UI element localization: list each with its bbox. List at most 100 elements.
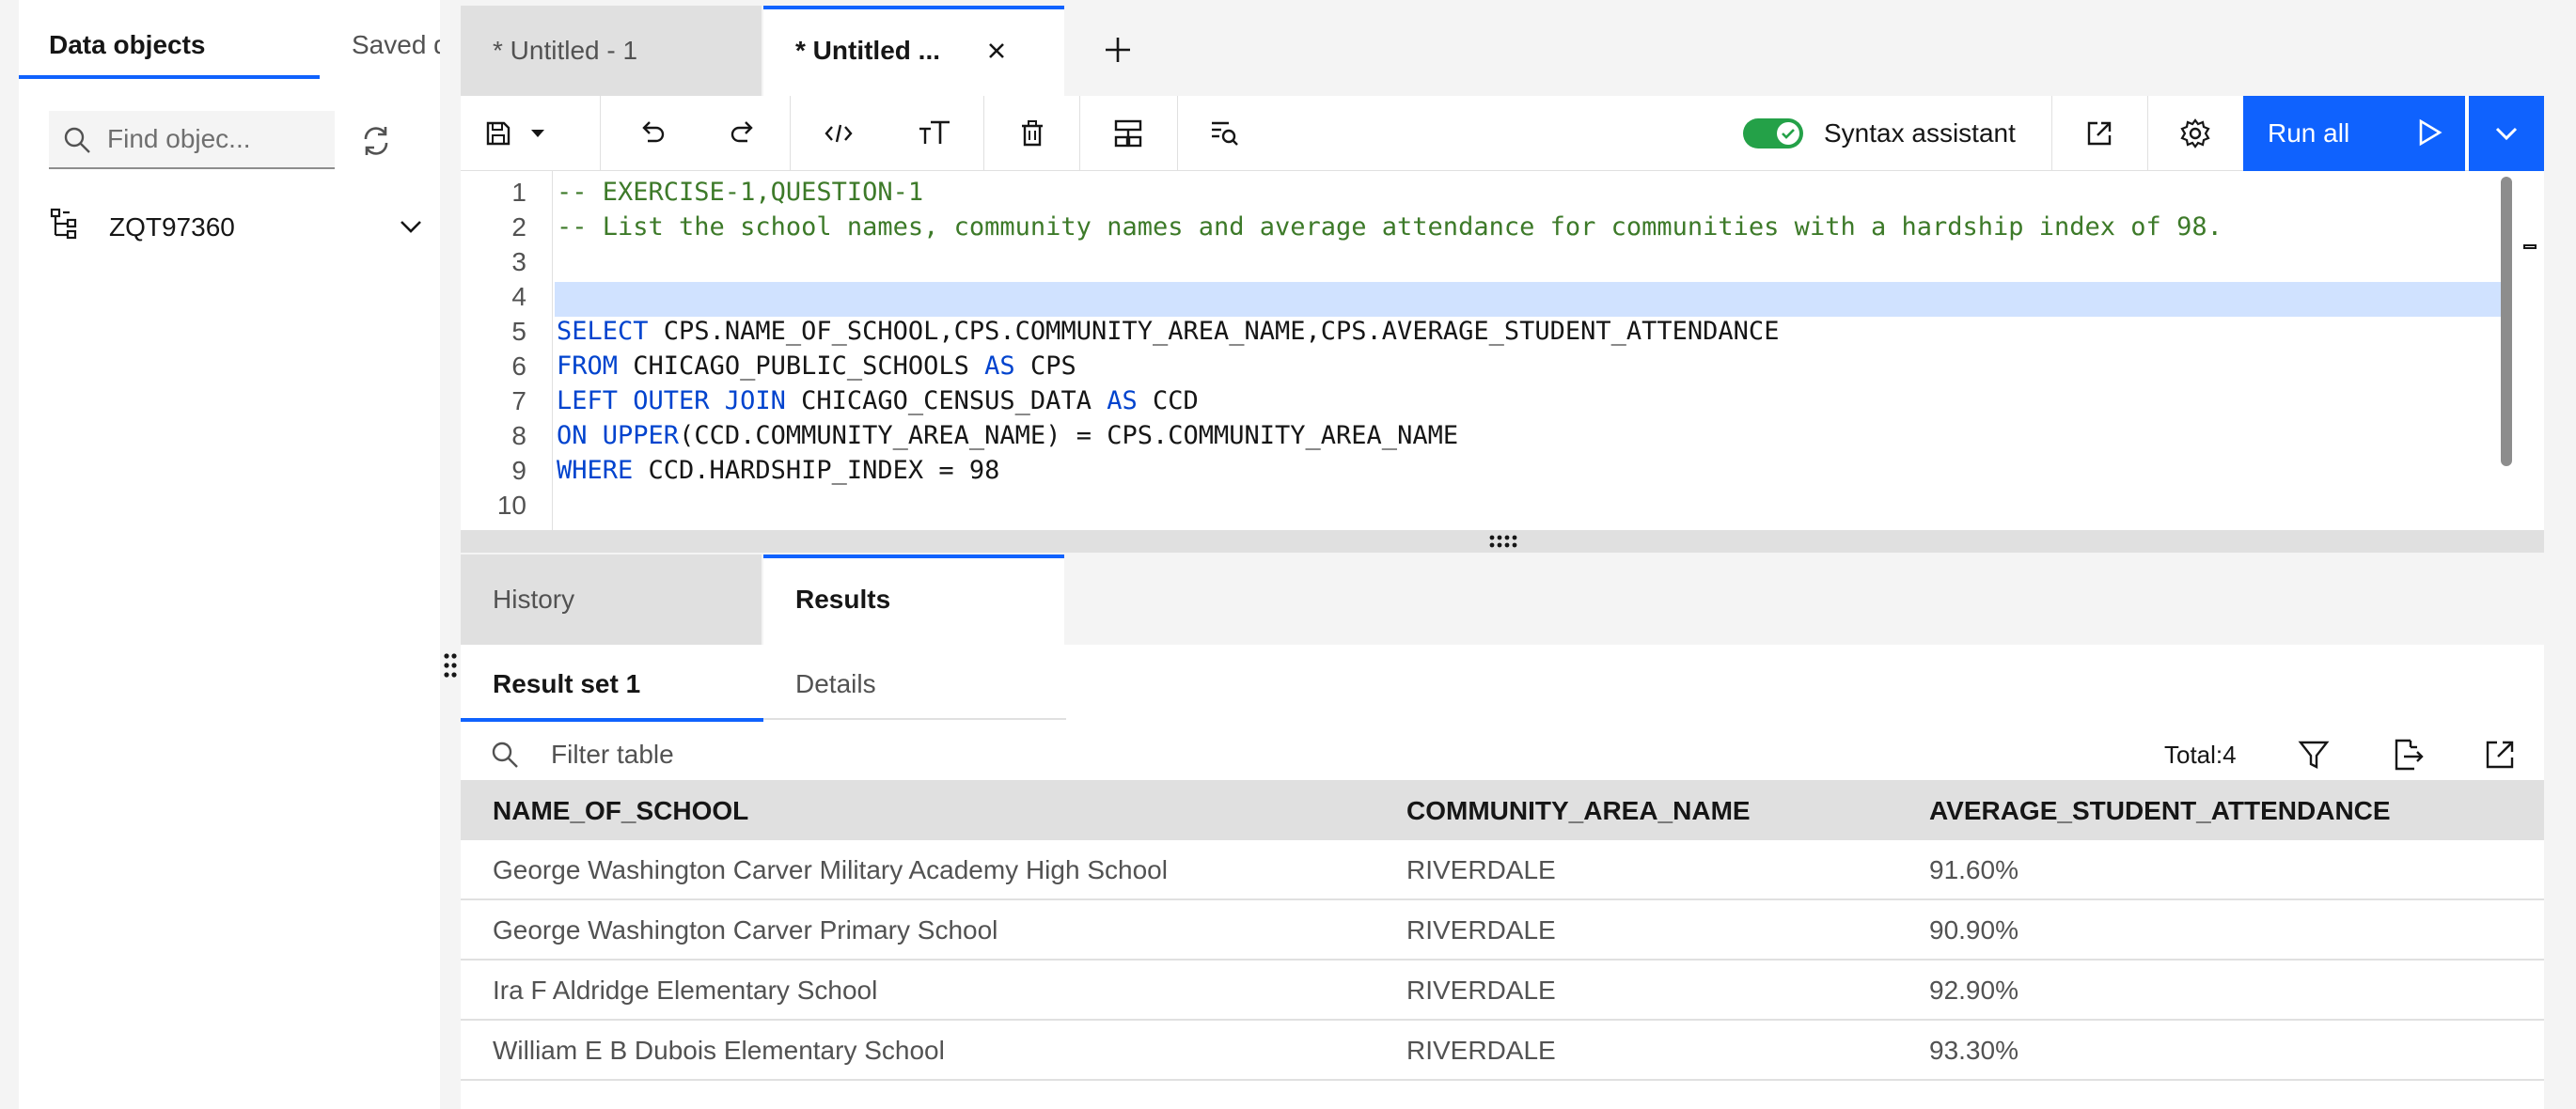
toolbar-divider: [983, 96, 984, 171]
chevron-down-icon[interactable]: [397, 212, 425, 241]
schema-name: ZQT97360: [109, 212, 235, 242]
run-options-dropdown[interactable]: [2469, 96, 2544, 171]
line-number: 3: [511, 247, 526, 276]
toolbar-divider: [2051, 96, 2052, 171]
tab-history[interactable]: History: [461, 554, 762, 645]
sql-keyword: WHERE: [557, 456, 634, 485]
table-row[interactable]: George Washington Carver Military Academ…: [461, 840, 2544, 900]
toolbar-divider: [1079, 96, 1080, 171]
line-number: 9: [511, 456, 526, 485]
syntax-assistant-label: Syntax assistant: [1824, 118, 2016, 148]
sql-keyword: FROM: [557, 351, 619, 381]
column-header[interactable]: COMMUNITY_AREA_NAME: [1406, 780, 1751, 840]
toolbar-divider: [790, 96, 791, 171]
table-row[interactable]: George Washington Carver Primary School …: [461, 900, 2544, 961]
table-cell: 93.30%: [1929, 1036, 2018, 1065]
line-number: 2: [511, 212, 526, 242]
export-icon[interactable]: [2390, 737, 2426, 773]
templates-button[interactable]: [1102, 96, 1154, 171]
settings-button[interactable]: [2170, 96, 2221, 171]
sql-keyword: AS: [1107, 386, 1138, 415]
tab-details[interactable]: Details: [795, 645, 876, 720]
run-all-label: Run all: [2268, 118, 2350, 148]
toolbar-divider: [1177, 96, 1178, 171]
gear-icon: [2180, 118, 2210, 148]
line-number: 6: [511, 351, 526, 381]
code-line[interactable]: ON UPPER(CCD.COMMUNITY_AREA_NAME) = CPS.…: [557, 419, 1458, 453]
launch-icon[interactable]: [2482, 737, 2518, 773]
code-line[interactable]: WHERE CCD.HARDSHIP_INDEX = 98: [557, 454, 999, 488]
editor-scrollbar[interactable]: [2501, 177, 2512, 466]
undo-icon: [642, 121, 665, 143]
play-icon: [2419, 118, 2442, 147]
editor-toolbar: Syntax assistant Run all: [461, 96, 2544, 171]
code-line[interactable]: LEFT OUTER JOIN CHICAGO_CENSUS_DATA AS C…: [557, 384, 1199, 418]
editor-tabs: * Untitled - 1 * Untitled ...: [461, 0, 2544, 96]
toggle-switch[interactable]: [1743, 118, 1803, 148]
filter-table-input[interactable]: [551, 729, 1303, 780]
toggle-knob: [1777, 122, 1799, 145]
syntax-assistant-toggle[interactable]: Syntax assistant: [1743, 96, 2016, 171]
panel-resize-handle-icon[interactable]: [440, 648, 461, 686]
refresh-icon[interactable]: [357, 122, 395, 160]
table-cell: George Washington Carver Primary School: [493, 915, 998, 945]
line-number: 1: [511, 178, 526, 207]
column-header[interactable]: NAME_OF_SCHOOL: [493, 780, 748, 840]
save-button[interactable]: [479, 96, 517, 171]
sql-token: CPS: [1014, 351, 1076, 381]
table-row[interactable]: William E B Dubois Elementary School RIV…: [461, 1021, 2544, 1081]
redo-button[interactable]: [720, 96, 767, 171]
trash-icon: [1022, 120, 1043, 147]
active-line-highlight: [555, 282, 2503, 317]
redo-icon: [730, 121, 753, 143]
delete-button[interactable]: [1006, 96, 1059, 171]
chevron-down-icon: [2495, 127, 2518, 141]
tab-saved-queries[interactable]: Saved q: [352, 0, 440, 81]
table-cell: RIVERDALE: [1406, 976, 1556, 1005]
run-all-button[interactable]: Run all: [2243, 96, 2465, 171]
text-size-button[interactable]: [908, 96, 961, 171]
editor-tab-untitled-2[interactable]: * Untitled ...: [763, 6, 1064, 96]
sql-comment: -- EXERCISE-1,QUESTION-1: [557, 178, 924, 207]
overview-ruler-marker: [2523, 244, 2537, 249]
schema-tree-item[interactable]: ZQT97360: [49, 205, 440, 256]
sql-token: CPS.NAME_OF_SCHOOL,CPS.COMMUNITY_AREA_NA…: [648, 317, 1780, 346]
add-tab-icon[interactable]: [1100, 32, 1136, 68]
table-filter-bar: Total:4: [461, 720, 2544, 788]
tab-result-set-1[interactable]: Result set 1: [461, 645, 763, 722]
editor-tab-label: * Untitled ...: [795, 36, 940, 65]
editor-results-resize-handle[interactable]: [461, 530, 2544, 553]
column-header[interactable]: AVERAGE_STUDENT_ATTENDANCE: [1929, 780, 2391, 840]
code-line[interactable]: FROM CHICAGO_PUBLIC_SCHOOLS AS CPS: [557, 350, 1076, 383]
template-icon: [1114, 119, 1142, 148]
save-icon: [486, 121, 510, 146]
find-replace-button[interactable]: [1198, 96, 1250, 171]
code-line[interactable]: -- List the school names, community name…: [557, 211, 2223, 244]
code-icon: [825, 124, 853, 143]
code-line[interactable]: SELECT CPS.NAME_OF_SCHOOL,CPS.COMMUNITY_…: [557, 315, 1779, 349]
line-number: 5: [511, 317, 526, 346]
format-code-button[interactable]: [812, 96, 865, 171]
sql-token: (CCD.COMMUNITY_AREA_NAME) = CPS.COMMUNIT…: [679, 421, 1459, 450]
code-line[interactable]: -- EXERCISE-1,QUESTION-1: [557, 176, 923, 210]
editor-tab-untitled-1[interactable]: * Untitled - 1: [461, 6, 762, 96]
find-objects-input[interactable]: [107, 111, 329, 167]
table-cell: RIVERDALE: [1406, 915, 1556, 945]
caret-down-icon: [531, 130, 544, 137]
sql-token: CCD: [1137, 386, 1199, 415]
line-number: 10: [496, 491, 526, 520]
sql-keyword: AS: [984, 351, 1015, 381]
close-icon[interactable]: [980, 34, 1013, 68]
tab-results[interactable]: Results: [763, 554, 1064, 645]
launch-icon: [2087, 121, 2112, 146]
drag-handle-icon: [1489, 535, 1517, 548]
results-panel: Result set 1 Details Total:4 NAME_OF_SCH…: [461, 645, 2544, 1109]
save-options-dropdown[interactable]: [519, 96, 557, 171]
checkmark-icon: [1782, 129, 1795, 139]
tab-data-objects[interactable]: Data objects: [19, 0, 320, 81]
undo-button[interactable]: [628, 96, 675, 171]
sql-editor[interactable]: 1 2 3 4 5 6 7 8 9 10 -- EXERCISE-1,QUESTION-1 -- L…: [461, 171, 2544, 530]
open-in-new-window-button[interactable]: [2074, 96, 2125, 171]
table-row[interactable]: Ira F Aldridge Elementary School RIVERDA…: [461, 961, 2544, 1021]
filter-icon[interactable]: [2296, 737, 2332, 773]
